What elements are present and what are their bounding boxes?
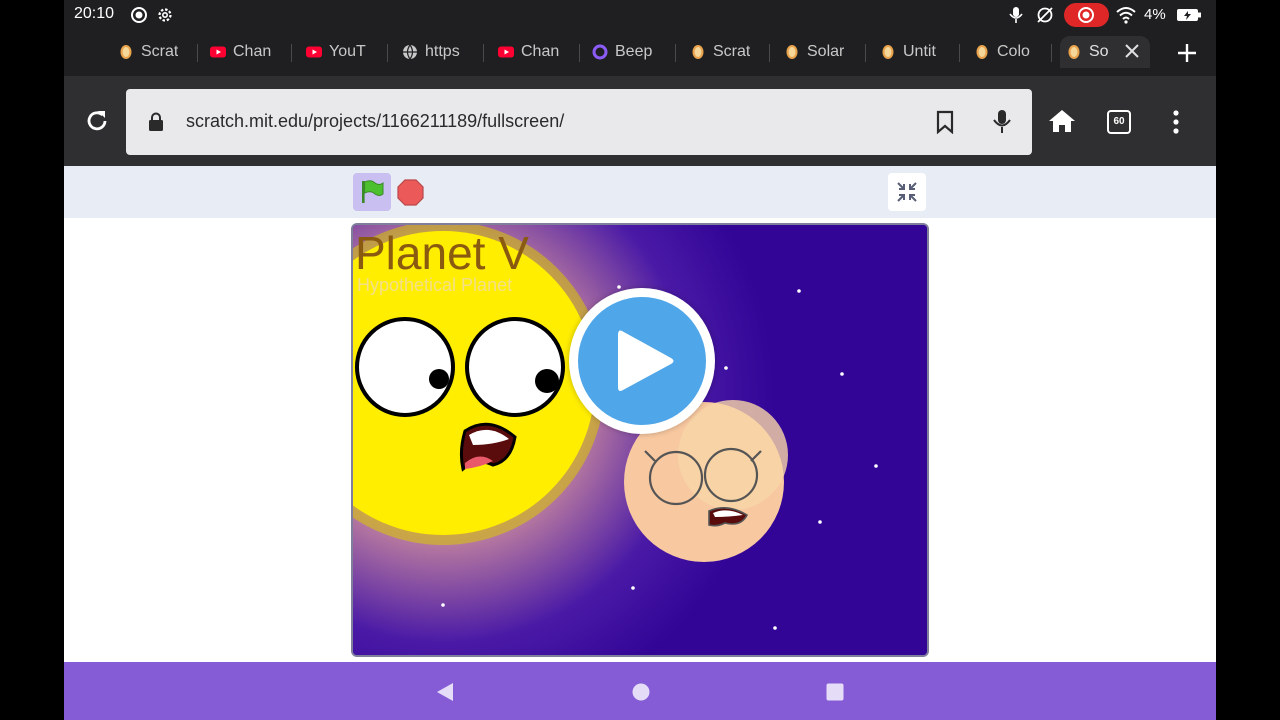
scratch-icon — [974, 44, 997, 60]
scratch-icon — [1066, 44, 1089, 60]
browser-tab[interactable]: So — [1060, 36, 1150, 68]
microphone-icon — [1009, 7, 1023, 23]
sun-right-eye — [465, 317, 565, 417]
tab-label: Untit — [903, 43, 936, 60]
tab-divider — [483, 44, 484, 62]
status-time: 20:10 — [74, 5, 115, 22]
play-button[interactable] — [569, 288, 715, 434]
play-icon — [618, 330, 674, 391]
green-flag-button[interactable] — [353, 173, 391, 211]
tab-label: So — [1089, 43, 1109, 60]
tab-label: Scrat — [141, 43, 179, 60]
stage-subtitle: Hypothetical Planet — [357, 275, 512, 295]
browser-tab[interactable]: Untit — [874, 36, 960, 68]
tab-label: Solar — [807, 43, 845, 60]
wifi-icon — [1116, 7, 1136, 24]
bookmark-icon[interactable] — [936, 110, 954, 134]
browser-tab[interactable]: YouT — [300, 36, 388, 68]
url-text[interactable]: scratch.mit.edu/projects/1166211189/full… — [186, 111, 564, 132]
home-icon[interactable] — [1048, 108, 1076, 134]
green-flag-icon — [362, 180, 384, 203]
lock-icon[interactable] — [148, 112, 164, 132]
browser-tab[interactable]: Chan — [492, 36, 580, 68]
tab-divider — [1051, 44, 1052, 62]
device-screen: 20:10 4% Scrat Chan YouT https Chan Beep Scrat… — [64, 0, 1216, 720]
tab-label: Scrat — [713, 43, 751, 60]
tab-strip: Scrat Chan YouT https Chan Beep Scrat Solar Unti… — [64, 30, 1216, 76]
reload-icon[interactable] — [84, 108, 110, 134]
tab-label: https — [425, 43, 460, 60]
exit-fullscreen-icon — [897, 182, 917, 202]
scratch-icon — [118, 44, 141, 60]
youtube-icon — [210, 44, 233, 60]
settings-gear-icon — [158, 8, 172, 22]
back-icon[interactable] — [436, 682, 454, 702]
more-menu-icon[interactable] — [1168, 109, 1184, 135]
home-nav-icon[interactable] — [632, 683, 650, 701]
tab-divider — [769, 44, 770, 62]
youtube-icon — [306, 44, 329, 60]
scratch-icon — [880, 44, 903, 60]
stage-title: Planet V — [355, 227, 529, 279]
record-icon — [1078, 7, 1094, 23]
scratch-stage[interactable]: Planet V Hypothetical Planet — [351, 223, 929, 657]
address-bar[interactable]: scratch.mit.edu/projects/1166211189/full… — [126, 89, 1032, 155]
tab-divider — [291, 44, 292, 62]
tab-label: YouT — [329, 43, 366, 60]
tab-label: Beep — [615, 43, 653, 60]
browser-tab[interactable]: https — [396, 36, 484, 68]
tab-divider — [959, 44, 960, 62]
tab-divider — [675, 44, 676, 62]
tab-divider — [579, 44, 580, 62]
status-bar: 20:10 4% — [64, 0, 1216, 30]
scratch-icon — [690, 44, 713, 60]
tab-divider — [197, 44, 198, 62]
battery-percent: 4% — [1144, 6, 1166, 23]
android-nav-bar — [64, 662, 1216, 720]
screen-recording-badge — [1064, 3, 1109, 27]
youtube-icon — [498, 44, 521, 60]
tab-divider — [865, 44, 866, 62]
location-off-icon — [1037, 7, 1053, 23]
new-tab-icon[interactable] — [1176, 42, 1198, 64]
browser-tab[interactable]: Scrat — [684, 36, 770, 68]
record-indicator-icon — [131, 7, 147, 23]
battery-icon — [1177, 9, 1201, 21]
exit-fullscreen-button[interactable] — [888, 173, 926, 211]
tab-divider — [387, 44, 388, 62]
tab-label: Chan — [233, 43, 272, 60]
stop-sign-icon[interactable] — [397, 179, 424, 206]
scratch-controls-bar — [64, 166, 1216, 218]
tab-switcher-button[interactable]: 60 — [1107, 110, 1131, 134]
sun-left-eye — [355, 317, 455, 417]
browser-toolbar: scratch.mit.edu/projects/1166211189/full… — [64, 76, 1216, 166]
browser-tab[interactable]: Solar — [778, 36, 866, 68]
tab-label: Chan — [521, 43, 560, 60]
browser-tab[interactable]: Scrat — [112, 36, 198, 68]
tab-count: 60 — [1113, 116, 1125, 127]
scratch-icon — [784, 44, 807, 60]
close-tab-icon[interactable] — [1124, 43, 1140, 59]
globe-icon — [402, 44, 425, 60]
browser-tab[interactable]: Colo — [968, 36, 1052, 68]
ring-icon — [592, 44, 615, 60]
voice-search-icon[interactable] — [992, 109, 1012, 135]
browser-tab[interactable]: Chan — [204, 36, 292, 68]
tab-label: Colo — [997, 43, 1030, 60]
recents-icon[interactable] — [826, 683, 844, 701]
browser-tab[interactable]: Beep — [586, 36, 676, 68]
